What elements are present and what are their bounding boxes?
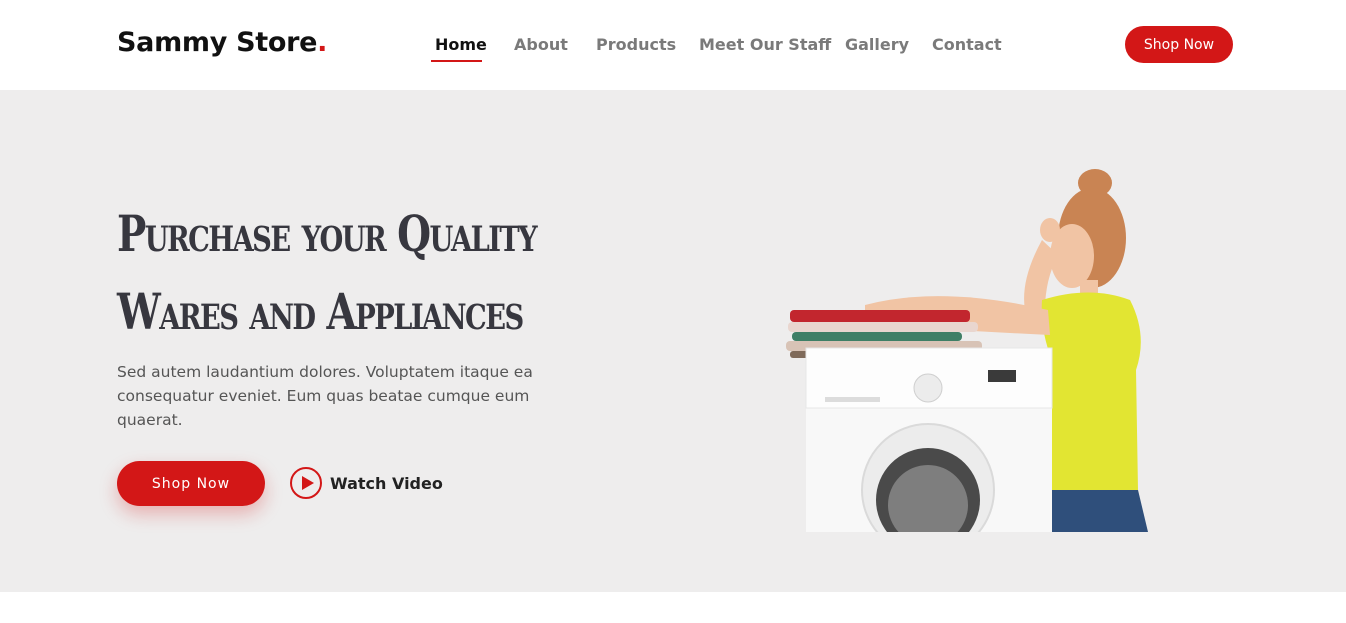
nav-active-underline	[431, 60, 482, 62]
logo-text: Sammy Store	[117, 27, 318, 58]
play-icon	[290, 467, 322, 499]
watch-video-button[interactable]: Watch Video	[290, 467, 443, 499]
hero-title-line-2: Wares and Appliances	[117, 282, 524, 341]
header-shop-now-button[interactable]: Shop Now	[1125, 26, 1233, 63]
nav-item-contact[interactable]: Contact	[932, 35, 1002, 54]
nav-item-home[interactable]: Home	[435, 35, 487, 54]
hero-title: Purchase your Quality Wares and Applianc…	[117, 195, 538, 351]
nav-item-about[interactable]: About	[514, 35, 568, 54]
logo-dot: .	[317, 27, 328, 58]
nav-item-gallery[interactable]: Gallery	[845, 35, 909, 54]
site-header: Sammy Store. Home About Products Meet Ou…	[0, 0, 1346, 90]
nav-item-products[interactable]: Products	[596, 35, 676, 54]
nav-item-meet-our-staff[interactable]: Meet Our Staff	[699, 35, 831, 54]
hero-title-line-1: Purchase your Quality	[117, 204, 538, 263]
logo[interactable]: Sammy Store.	[117, 27, 327, 58]
hero-shop-now-button[interactable]: Shop Now	[117, 461, 265, 506]
watch-video-label: Watch Video	[330, 473, 443, 493]
hero-description: Sed autem laudantium dolores. Voluptatem…	[117, 363, 533, 429]
hero-image	[786, 169, 1148, 532]
hero-section: Purchase your Quality Wares and Applianc…	[0, 90, 1346, 592]
next-section	[0, 592, 1346, 623]
